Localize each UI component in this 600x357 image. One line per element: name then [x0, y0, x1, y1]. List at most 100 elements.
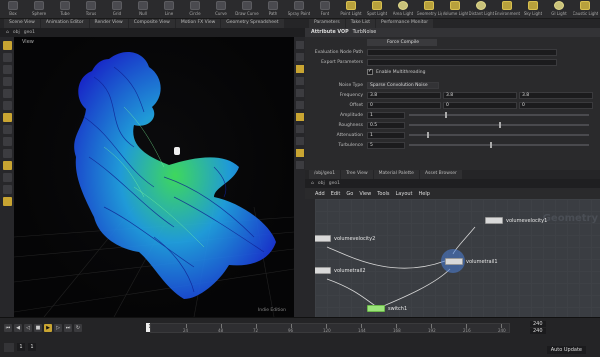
normal-display-icon[interactable] [295, 125, 304, 133]
path-obj[interactable]: obj [13, 30, 20, 35]
display-options-icon[interactable] [295, 41, 304, 49]
shelf-tool-area-light[interactable]: Area Light [390, 0, 416, 19]
shelf-tool-sphere[interactable]: Sphere [26, 0, 52, 19]
scale-tool-icon[interactable] [2, 77, 12, 86]
network-menu-tools[interactable]: Tools [377, 191, 389, 197]
frame-ruler[interactable]: 24 48 72 96 120 144 168 192 216 240 [150, 323, 510, 333]
network-menu-go[interactable]: Go [346, 191, 353, 197]
ghost-icon[interactable] [295, 77, 304, 85]
viewer-tab-4[interactable]: Motion FX View [175, 19, 221, 28]
evaluation-node-path-field[interactable] [367, 48, 557, 56]
viewer-tab-0[interactable]: Scene View [4, 19, 40, 28]
select-tool-icon[interactable] [2, 41, 12, 50]
shelf-tool-spot-light[interactable]: Spot Light [364, 0, 390, 19]
shelf-tool-box[interactable]: Box [0, 0, 26, 19]
viewer-tab-3[interactable]: Composite View [128, 19, 175, 28]
rotate-tool-icon[interactable] [2, 65, 12, 74]
light-icon[interactable] [2, 173, 12, 182]
flipbook-icon[interactable] [2, 197, 12, 206]
turbulence-slider[interactable] [409, 142, 589, 148]
node-volumetrail1[interactable]: volumetrail1 [445, 258, 498, 265]
step-forward-icon[interactable]: ▷ [54, 324, 62, 332]
roughness-field[interactable]: 0.5 [367, 121, 405, 129]
frequency-x[interactable]: 3.8 [367, 91, 441, 99]
noise-type-select[interactable]: Sparse Convolution Noise [367, 81, 439, 89]
loop-icon[interactable]: ↻ [74, 324, 82, 332]
network-menu-view[interactable]: View [359, 191, 371, 197]
force-compile-button[interactable]: Force Compile [367, 38, 437, 46]
prim-display-icon[interactable] [295, 149, 304, 157]
shelf-tool-font[interactable]: Font [312, 0, 338, 19]
net-path-obj[interactable]: obj [318, 181, 325, 186]
vertex-display-icon[interactable] [295, 137, 304, 145]
move-tool-icon[interactable] [2, 53, 12, 62]
frequency-y[interactable]: 3.8 [443, 91, 517, 99]
net-home-icon[interactable]: ⌂ [311, 181, 314, 186]
home-icon[interactable]: ⌂ [6, 30, 9, 35]
network-tab-2[interactable]: Material Palette [373, 170, 419, 179]
amplitude-slider[interactable] [409, 112, 589, 118]
shelf-tool-volume-light[interactable]: Volume Light [442, 0, 468, 19]
shelf-tool-null[interactable]: Null [130, 0, 156, 19]
shelf-tool-point-light[interactable]: Point Light [338, 0, 364, 19]
3d-viewport[interactable]: View Indie Edition [14, 37, 294, 317]
param-tab-2[interactable]: Performance Monitor [376, 19, 434, 28]
bounding-box-icon[interactable] [295, 161, 304, 169]
viewer-tab-2[interactable]: Render View [89, 19, 128, 28]
node-name-field[interactable]: TurbNoise [353, 30, 377, 35]
viewer-tab-5[interactable]: Geometry Spreadsheet [221, 19, 284, 28]
global-end-frame-field[interactable]: 240 [530, 328, 546, 334]
shelf-tool-caustic-light[interactable]: Caustic Light [572, 0, 598, 19]
path-geo[interactable]: geo1 [24, 30, 35, 35]
shading-icon[interactable] [295, 53, 304, 61]
network-tab-0[interactable]: /obj/geo1 [309, 170, 341, 179]
net-path-geo[interactable]: geo1 [329, 181, 340, 186]
shelf-tool-tube[interactable]: Tube [52, 0, 78, 19]
export-parameters-field[interactable] [367, 58, 557, 66]
network-editor[interactable]: Geometry volumevelocity1 volumevelocity2… [315, 199, 600, 317]
shelf-tool-environment[interactable]: Environment [494, 0, 520, 19]
point-display-icon[interactable] [295, 113, 304, 121]
shelf-tool-line[interactable]: Line [156, 0, 182, 19]
roughness-slider[interactable] [409, 122, 589, 128]
step-back-icon[interactable]: ◀ [14, 324, 22, 332]
end-frame-field[interactable]: 240 [530, 321, 546, 327]
node-volumetrail2[interactable]: volumetrail2 [315, 267, 366, 274]
jump-start-icon[interactable]: ⏮ [4, 324, 12, 332]
offset-x[interactable]: 0 [367, 101, 441, 109]
snap-icon[interactable] [2, 125, 12, 134]
viewer-tab-1[interactable]: Animation Editor [40, 19, 89, 28]
stop-icon[interactable]: ■ [34, 324, 42, 332]
network-menu-help[interactable]: Help [419, 191, 430, 197]
play-icon[interactable]: ▶ [44, 324, 52, 332]
shelf-tool-sky-light[interactable]: Sky Light [520, 0, 546, 19]
backface-icon[interactable] [295, 101, 304, 109]
jump-end-icon[interactable]: ⏭ [64, 324, 72, 332]
shelf-tool-curve[interactable]: Curve [208, 0, 234, 19]
network-menu-add[interactable]: Add [315, 191, 325, 197]
amplitude-field[interactable]: 1 [367, 111, 405, 119]
shelf-tool-grid[interactable]: Grid [104, 0, 130, 19]
keyframe-icon[interactable] [4, 342, 14, 352]
handle-tool-icon[interactable] [2, 89, 12, 98]
auto-update-dropdown[interactable]: Auto Update [546, 346, 586, 354]
network-menu-layout[interactable]: Layout [396, 191, 413, 197]
network-tab-1[interactable]: Tree View [341, 170, 373, 179]
shelf-tool-path[interactable]: Path [260, 0, 286, 19]
turbulence-field[interactable]: 5 [367, 141, 405, 149]
camera-icon[interactable] [2, 161, 12, 170]
node-switch1[interactable]: switch1 [367, 305, 407, 312]
wireframe-icon[interactable] [295, 65, 304, 73]
offset-z[interactable]: 0 [519, 101, 593, 109]
lighting-icon[interactable] [295, 89, 304, 97]
start-frame-field[interactable]: 1 [17, 343, 25, 351]
offset-y[interactable]: 0 [443, 101, 517, 109]
global-start-frame-field[interactable]: 1 [28, 343, 36, 351]
multithreading-checkbox[interactable] [367, 69, 373, 75]
node-volumevelocity2[interactable]: volumevelocity2 [315, 235, 375, 242]
attenuation-slider[interactable] [409, 132, 589, 138]
render-icon[interactable] [2, 185, 12, 194]
pose-tool-icon[interactable] [2, 101, 12, 110]
shelf-tool-gi-light[interactable]: GI Light [546, 0, 572, 19]
shelf-tool-torus[interactable]: Torus [78, 0, 104, 19]
